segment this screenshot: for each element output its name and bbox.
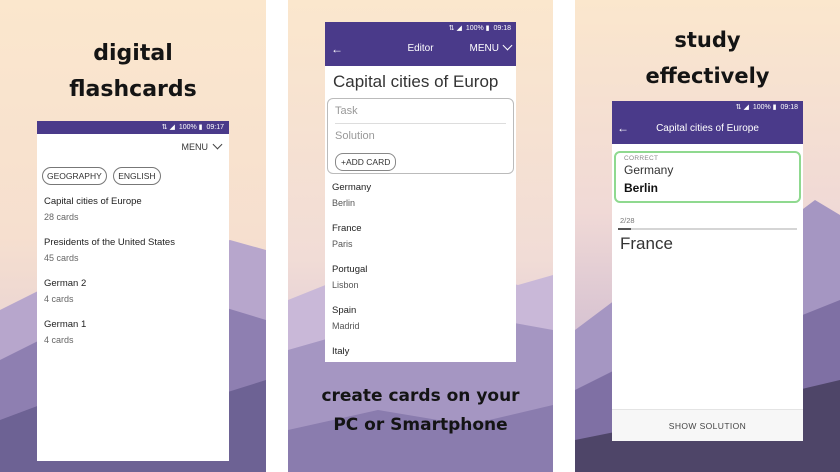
deck-title: Presidents of the United States [44, 237, 175, 248]
caption-line: flashcards [69, 77, 197, 102]
tag-chips: GEOGRAPHY ENGLISH [37, 160, 229, 192]
new-card-form: Task Solution +ADD CARD [327, 98, 514, 174]
card-question: Spain [332, 305, 357, 316]
menu-button[interactable]: MENU [37, 134, 229, 160]
panel-caption: study effectively [575, 22, 840, 94]
deck-title: German 2 [44, 278, 87, 289]
card-question: Germany [332, 182, 372, 193]
phone-editor: ⇅ ◢ 100% ▮ 09:18 ← Editor MENU Capital c… [325, 22, 516, 362]
screenshot-panel-1: digital flashcards ⇅ ◢ 100% ▮ 09:17 MENU… [0, 0, 266, 472]
card-answer: Lisbon [332, 280, 359, 290]
caption-line: effectively [645, 64, 770, 88]
progress-fill [618, 228, 631, 230]
show-solution-button[interactable]: SHOW SOLUTION [612, 409, 803, 441]
previous-answer: Berlin [624, 181, 659, 195]
status-bar: ⇅ ◢ 100% ▮ 09:18 [612, 101, 803, 114]
card-question: Portugal [332, 264, 368, 275]
menu-button[interactable]: MENU [469, 40, 513, 54]
add-card-button[interactable]: +ADD CARD [335, 153, 397, 171]
solution-input[interactable]: Solution [335, 124, 506, 149]
card-list: Germany Berlin France Paris Portugal Lis… [325, 174, 516, 362]
chevron-down-icon [212, 139, 223, 150]
set-title-field[interactable]: Capital cities of Europ [325, 66, 516, 98]
app-bar: ⇅ ◢ 100% ▮ 09:18 ← Editor MENU [325, 22, 516, 66]
deck-card-count: 45 cards [44, 253, 79, 263]
deck-item[interactable]: German 2 4 cards [37, 274, 229, 315]
caption-line: study [674, 28, 741, 52]
deck-card-count: 4 cards [44, 335, 74, 345]
card-answer: Madrid [332, 321, 360, 331]
task-input[interactable]: Task [335, 99, 506, 124]
card-answer: Berlin [332, 198, 356, 208]
caption-line: PC or Smartphone [333, 415, 508, 435]
correct-answer-card: CORRECT Germany Berlin [614, 151, 801, 203]
card-item[interactable]: Portugal Lisbon [332, 263, 516, 304]
phone-deck-list: ⇅ ◢ 100% ▮ 09:17 MENU GEOGRAPHY ENGLISH … [37, 121, 229, 461]
clock: 09:18 [493, 25, 511, 32]
caption-line: create cards on your [321, 386, 520, 406]
status-bar: ⇅ ◢ 100% ▮ 09:18 [325, 22, 516, 35]
deck-item[interactable]: German 1 4 cards [37, 315, 229, 356]
panel-caption: create cards on your PC or Smartphone [288, 382, 553, 440]
tag-chip-geography[interactable]: GEOGRAPHY [42, 167, 107, 185]
clock: 09:17 [206, 124, 224, 131]
card-answer: Paris [332, 239, 353, 249]
card-item[interactable]: Spain Madrid [332, 304, 516, 345]
menu-label: MENU [469, 43, 499, 54]
progress-counter: 2/28 [620, 216, 635, 225]
phone-study: ⇅ ◢ 100% ▮ 09:18 ← Capital cities of Eur… [612, 101, 803, 441]
card-question: Italy [332, 346, 350, 357]
deck-title: Capital cities of Europe [44, 196, 142, 207]
chevron-down-icon [502, 40, 513, 51]
screenshot-panel-3: study effectively ⇅ ◢ 100% ▮ 09:18 ← Cap… [575, 0, 840, 472]
deck-item[interactable]: Presidents of the United States 45 cards [37, 233, 229, 274]
progress-bar [618, 228, 797, 230]
battery-icon: 100% ▮ [465, 25, 490, 32]
card-item[interactable]: France Paris [332, 222, 516, 263]
status-bar: ⇅ ◢ 100% ▮ 09:17 [37, 121, 229, 134]
signal-icon: ⇅ ◢ [448, 25, 462, 32]
caption-line: digital [93, 41, 173, 66]
menu-label: MENU [181, 142, 209, 152]
battery-icon: 100% ▮ [178, 124, 203, 131]
card-item[interactable]: Germany Berlin [332, 181, 516, 222]
card-item[interactable]: Italy [332, 345, 516, 362]
battery-icon: 100% ▮ [752, 104, 777, 111]
correct-label: CORRECT [624, 155, 659, 162]
panel-caption: digital flashcards [0, 36, 266, 108]
signal-icon: ⇅ ◢ [735, 104, 749, 111]
page-title: Capital cities of Europe [656, 123, 759, 134]
screenshot-panel-2: create cards on your PC or Smartphone ⇅ … [288, 0, 553, 472]
deck-item[interactable]: Capital cities of Europe 28 cards [37, 192, 229, 233]
deck-card-count: 4 cards [44, 294, 74, 304]
deck-card-count: 28 cards [44, 212, 79, 222]
app-bar: ⇅ ◢ 100% ▮ 09:18 ← Capital cities of Eur… [612, 101, 803, 144]
current-question: France [620, 234, 673, 253]
previous-question: Germany [624, 163, 674, 177]
clock: 09:18 [780, 104, 798, 111]
tag-chip-english[interactable]: ENGLISH [113, 167, 161, 185]
deck-title: German 1 [44, 319, 87, 330]
signal-icon: ⇅ ◢ [161, 124, 175, 131]
card-question: France [332, 223, 362, 234]
